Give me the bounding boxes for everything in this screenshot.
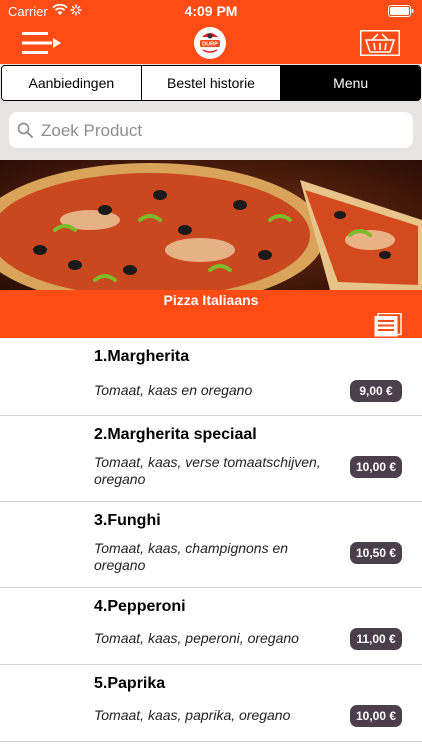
price-badge: 10,00 €	[350, 705, 402, 727]
search-bar	[0, 104, 422, 160]
app-logo: DURP	[194, 27, 226, 59]
pizza-banner-image	[0, 160, 422, 290]
status-time: 4:09 PM	[184, 3, 238, 19]
product-row-margherita-speciaal[interactable]: 2.Margherita speciaal Tomaat, kaas, vers…	[0, 416, 422, 502]
tab-menu[interactable]: Menu	[281, 66, 420, 100]
price-badge: 9,00 €	[350, 380, 402, 402]
product-description: Tomaat, kaas, verse tomaatschijven, oreg…	[94, 454, 321, 487]
product-name: 2.Margherita speciaal	[94, 426, 257, 443]
segmented-tabs: Aanbiedingen Bestel historie Menu	[1, 65, 421, 101]
product-name: 1.Margherita	[94, 348, 190, 365]
list-icon[interactable]	[374, 313, 402, 337]
svg-text:DURP: DURP	[202, 42, 218, 48]
product-name: 4.Pepperoni	[94, 598, 186, 615]
search-field	[9, 112, 413, 150]
status-bar: Carrier 4:09 PM	[0, 0, 422, 22]
product-name: 3.Funghi	[94, 512, 161, 529]
product-row-funghi[interactable]: 3.Funghi Tomaat, kaas, champignons en or…	[0, 502, 422, 588]
tabs-bar: Aanbiedingen Bestel historie Menu	[0, 64, 422, 104]
price-badge: 10,50 €	[350, 542, 402, 564]
price-badge: 11,00 €	[350, 628, 402, 650]
tab-bestel-historie[interactable]: Bestel historie	[141, 66, 282, 100]
category-header: Pizza Italiaans	[0, 290, 422, 338]
battery-icon	[388, 5, 414, 17]
price-badge: 10,00 €	[350, 456, 402, 478]
basket-icon	[364, 33, 396, 53]
hamburger-arrow-icon	[22, 32, 61, 54]
category-title: Pizza Italiaans	[163, 292, 259, 308]
product-row-margherita[interactable]: 1.Margherita Tomaat, kaas en oregano 9,0…	[0, 338, 422, 416]
product-description: Tomaat, kaas, paprika, oregano	[94, 707, 291, 723]
search-input[interactable]	[39, 112, 403, 150]
app-header: Carrier 4:09 PM DURP	[0, 0, 422, 64]
product-name: 5.Paprika	[94, 675, 166, 692]
tab-aanbiedingen[interactable]: Aanbiedingen	[2, 66, 142, 100]
basket-button[interactable]	[360, 30, 400, 56]
product-description: Tomaat, kaas en oregano	[94, 382, 253, 398]
search-icon	[17, 122, 33, 138]
product-row-pepperoni[interactable]: 4.Pepperoni Tomaat, kaas, peperoni, oreg…	[0, 588, 422, 665]
product-description: Tomaat, kaas, champignons en oregano	[94, 540, 289, 573]
product-row-paprika[interactable]: 5.Paprika Tomaat, kaas, paprika, oregano…	[0, 665, 422, 742]
menu-button[interactable]	[22, 30, 62, 56]
product-description: Tomaat, kaas, peperoni, oregano	[94, 630, 299, 646]
